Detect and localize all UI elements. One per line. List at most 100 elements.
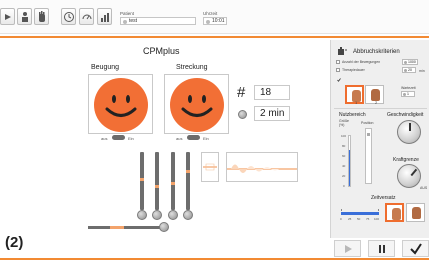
beugung-toggle-on-label: Ein (128, 136, 134, 141)
header-divider (0, 36, 429, 38)
scale-tick: 0 (343, 184, 345, 188)
groesse-unit: (%) (339, 123, 345, 127)
nutzbereich-label: Nutzbereich (339, 112, 366, 118)
back-button[interactable] (0, 8, 15, 25)
statistics-button[interactable] (97, 8, 112, 25)
scale-tick: 60 (342, 154, 346, 158)
time-dot-icon (206, 19, 210, 24)
position-slider-handle[interactable] (367, 133, 370, 136)
play-icon (344, 245, 352, 253)
scale-tick: 100 (341, 134, 347, 138)
time-label: Uhrzeit (203, 11, 218, 16)
zeitversatz-ticks (341, 209, 379, 211)
zeitversatz-label: Zeitversatz (371, 195, 396, 201)
slider-4-track[interactable] (186, 152, 190, 210)
zeitversatz-hand-2[interactable] (406, 203, 425, 222)
knob-pointer (409, 123, 411, 131)
confirm-button[interactable] (402, 240, 429, 257)
crit-2-label: Therapiedauer (342, 68, 365, 72)
crit-2-field[interactable]: 20 (402, 67, 416, 73)
scale-tick: 80 (342, 144, 346, 148)
hand-settings-icon (338, 47, 347, 55)
slider-1-knob[interactable] (137, 210, 147, 220)
slider-3-track[interactable] (171, 152, 175, 210)
check-mark-icon (337, 78, 341, 82)
crit-2-checkbox[interactable] (336, 68, 341, 82)
slider-1-track[interactable] (140, 152, 144, 210)
arrow-icon (5, 14, 11, 20)
streckung-label: Streckung (176, 64, 208, 71)
app-window: Patient test Uhrzeit 10:01 CPMplus Beugu… (0, 0, 429, 262)
hand-2-number: 2 (375, 100, 378, 105)
zeitversatz-hand-1[interactable] (385, 203, 404, 222)
kraftgrenze-knob[interactable] (397, 164, 421, 188)
page-title: CPMplus (143, 46, 180, 56)
crit-1-checkbox[interactable] (336, 60, 340, 64)
time-value: 10:01 (212, 18, 225, 24)
horizontal-slider-track[interactable] (88, 226, 164, 229)
patient-value: test (129, 18, 138, 24)
footer-divider (0, 258, 429, 260)
abbruch-title: Abbruchskriterien (353, 49, 400, 55)
wartezeit-field[interactable]: 1 (401, 91, 415, 97)
kraftgrenze-label: Kraftgrenze (393, 157, 419, 163)
slider-1-mark (140, 178, 144, 181)
beugung-toggle[interactable] (112, 135, 125, 140)
slider-2-track[interactable] (155, 152, 159, 210)
smiley-icon (170, 78, 224, 132)
hand-1-number: 1 (355, 100, 358, 105)
wartezeit-value: 1 (407, 92, 409, 96)
hand-icon (392, 208, 401, 220)
geschwindigkeit-knob[interactable] (397, 120, 421, 144)
duration-field[interactable]: 2 min (254, 106, 290, 121)
clock-icon (64, 12, 74, 22)
zeit-tick: 50 (357, 217, 361, 221)
slider-4-knob[interactable] (183, 210, 193, 220)
slider-4-mark (186, 170, 190, 173)
horizontal-slider-mark (110, 226, 124, 229)
scale-tick: 40 (342, 164, 346, 168)
knob-pointer (410, 168, 418, 177)
zeit-tick: 25 (348, 217, 352, 221)
slider-3-knob[interactable] (168, 210, 178, 220)
scale-tick: 20 (342, 174, 346, 178)
crit-2-value: 20 (408, 68, 412, 72)
streckung-toggle-on-label: Ein (203, 136, 209, 141)
groesse-bar[interactable] (348, 135, 351, 187)
movement-curve-svg (227, 164, 297, 173)
play-button[interactable] (334, 240, 361, 257)
crit-2-dot-icon (404, 69, 407, 72)
crit-1-field[interactable]: 1000 (402, 59, 418, 65)
kraft-aus-label: AUS (420, 186, 428, 190)
streckung-toggle[interactable] (187, 135, 200, 140)
patient-field[interactable]: test (120, 17, 196, 25)
hand-icon (39, 11, 45, 22)
beugung-label: Beugung (91, 64, 120, 71)
pause-button[interactable] (368, 240, 395, 257)
smiley-face-icon (181, 95, 213, 117)
horizontal-slider-knob[interactable] (159, 222, 169, 232)
position-slider[interactable] (365, 128, 372, 184)
repetition-symbol: # (237, 84, 246, 101)
time-field: 10:01 (203, 17, 227, 25)
patient-button[interactable] (17, 8, 32, 25)
gauge-button[interactable] (79, 8, 94, 25)
streckung-toggle-off-label: aus (176, 136, 183, 141)
pause-icon (378, 245, 385, 253)
hand-button[interactable] (34, 8, 49, 25)
clock-button[interactable] (61, 8, 76, 25)
beugung-face-box[interactable] (88, 74, 153, 134)
geschwindigkeit-label: Geschwindigkeit (387, 112, 424, 118)
hand-icon (412, 207, 421, 219)
streckung-face-box[interactable] (164, 74, 229, 134)
zeitversatz-slider[interactable] (341, 212, 379, 215)
patient-label: Patient (120, 11, 135, 16)
person-icon (22, 12, 28, 22)
crit-1-value: 1000 (408, 60, 416, 64)
repetition-field[interactable]: 18 (254, 85, 290, 100)
toolbar: Patient test Uhrzeit 10:01 (0, 0, 429, 34)
slider-3-mark (171, 182, 175, 185)
slider-2-knob[interactable] (152, 210, 162, 220)
crit-1-label: Anzahl der Bewegungen (342, 60, 381, 64)
zeit-tick: 100 (374, 217, 380, 221)
